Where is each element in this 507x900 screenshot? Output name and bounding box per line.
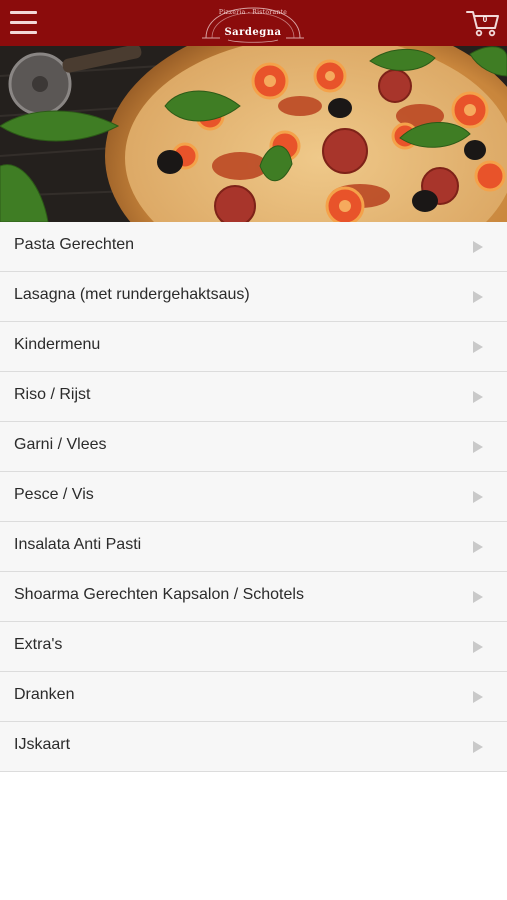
restaurant-logo[interactable]: Pizzeria - Ristorante Sardegna [198,4,308,44]
category-item[interactable]: Pesce / Vis [0,472,507,522]
category-item-label: Extra's [14,636,63,653]
cart-count-badge: 0 [482,15,488,24]
pizza-illustration [0,46,507,222]
hamburger-icon-line-1 [10,11,37,14]
chevron-right-icon [473,741,483,753]
hero-pizza-image [0,46,507,222]
hamburger-icon-line-3 [10,31,37,34]
category-item[interactable]: Shoarma Gerechten Kapsalon / Schotels [0,572,507,622]
logo-subtitle: Pizzeria - Ristorante [218,9,288,16]
chevron-right-icon [473,291,483,303]
category-item-label: Dranken [14,686,75,703]
category-item-label: Pasta Gerechten [14,236,135,253]
category-item-label: Riso / Rijst [14,386,91,403]
menu-button[interactable] [10,11,37,35]
category-item[interactable]: Extra's [0,622,507,672]
chevron-right-icon [473,341,483,353]
logo-name: Sardegna [224,27,282,38]
category-item[interactable]: Lasagna (met rundergehaktsaus) [0,272,507,322]
app-screen: Pizzeria - Ristorante Sardegna 0 Pasta G… [0,0,507,900]
header-bar: Pizzeria - Ristorante Sardegna 0 [0,0,507,46]
cart-button[interactable]: 0 [466,8,500,38]
category-item-label: Insalata Anti Pasti [14,536,142,553]
category-item[interactable]: Insalata Anti Pasti [0,522,507,572]
category-item[interactable]: Riso / Rijst [0,372,507,422]
chevron-right-icon [473,491,483,503]
chevron-right-icon [473,441,483,453]
category-item[interactable]: Pasta Gerechten [0,222,507,272]
category-item-label: IJskaart [14,736,71,753]
chevron-right-icon [473,241,483,253]
chevron-right-icon [473,541,483,553]
category-item-label: Lasagna (met rundergehaktsaus) [14,286,250,303]
category-item-label: Kindermenu [14,336,101,353]
category-list: Pasta Gerechten Lasagna (met rundergehakt… [0,222,507,772]
category-item-label: Pesce / Vis [14,486,94,503]
category-item[interactable]: Kindermenu [0,322,507,372]
chevron-right-icon [473,641,483,653]
category-item-label: Shoarma Gerechten Kapsalon / Schotels [14,586,304,603]
hamburger-icon-line-2 [10,21,37,24]
category-item[interactable]: Garni / Vlees [0,422,507,472]
category-item[interactable]: Dranken [0,672,507,722]
chevron-right-icon [473,591,483,603]
chevron-right-icon [473,391,483,403]
category-item-label: Garni / Vlees [14,436,107,453]
category-item[interactable]: IJskaart [0,722,507,772]
chevron-right-icon [473,691,483,703]
